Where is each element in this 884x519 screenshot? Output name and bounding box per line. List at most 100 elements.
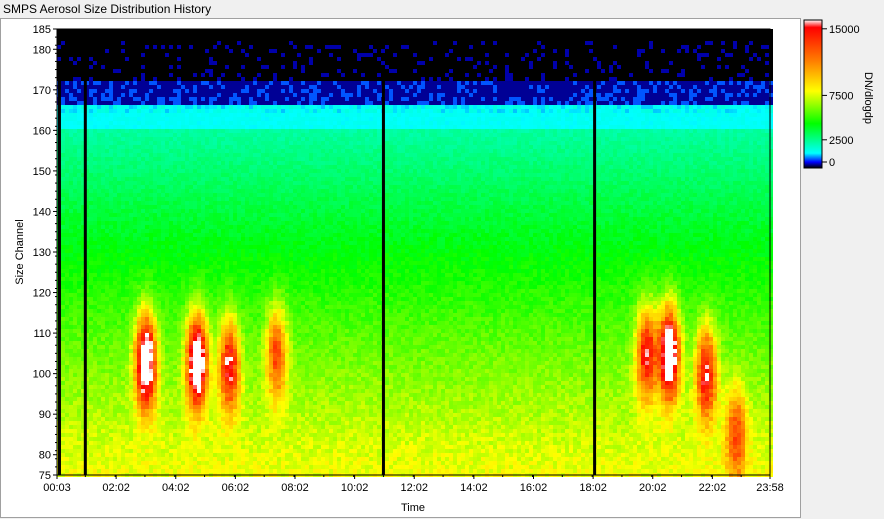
heatmap-cell bbox=[569, 49, 573, 53]
heatmap-cell bbox=[361, 101, 365, 105]
heatmap-cell bbox=[529, 45, 533, 49]
heatmap-cell bbox=[241, 109, 245, 113]
heatmap-cell bbox=[369, 121, 373, 125]
heatmap-cell bbox=[341, 65, 345, 69]
heatmap-cell bbox=[717, 77, 721, 81]
heatmap-cell bbox=[493, 49, 497, 53]
heatmap-cell bbox=[601, 133, 605, 137]
heatmap-cell bbox=[145, 41, 149, 45]
heatmap-cell bbox=[617, 45, 621, 49]
heatmap-cell bbox=[329, 29, 333, 33]
heatmap-cell bbox=[277, 33, 281, 37]
heatmap-cell bbox=[253, 137, 257, 141]
heatmap-cell bbox=[161, 57, 165, 61]
heatmap-cell bbox=[177, 61, 181, 65]
heatmap-cell bbox=[369, 85, 373, 89]
heatmap-cell bbox=[541, 109, 545, 113]
heatmap-cell bbox=[489, 53, 493, 57]
heatmap-cell bbox=[561, 85, 565, 89]
heatmap-cell bbox=[145, 137, 149, 141]
heatmap-cell bbox=[177, 57, 181, 61]
heatmap-cell bbox=[509, 37, 513, 41]
heatmap-cell bbox=[133, 117, 137, 121]
heatmap-cell bbox=[293, 93, 297, 97]
heatmap-cell bbox=[445, 69, 449, 73]
heatmap-cell bbox=[305, 137, 309, 141]
heatmap-cell bbox=[761, 73, 765, 77]
heatmap-cell bbox=[729, 33, 733, 37]
heatmap-cell bbox=[485, 97, 489, 101]
heatmap-cell bbox=[213, 117, 217, 121]
heatmap-cell bbox=[645, 105, 649, 109]
heatmap-cell bbox=[481, 117, 485, 121]
heatmap-cell bbox=[517, 89, 521, 93]
heatmap-cell bbox=[181, 73, 185, 77]
heatmap-cell bbox=[441, 85, 445, 89]
heatmap-cell bbox=[661, 69, 665, 73]
heatmap-cell bbox=[97, 117, 101, 121]
heatmap-cell bbox=[537, 85, 541, 89]
heatmap-cell bbox=[537, 33, 541, 37]
heatmap-cell bbox=[553, 49, 557, 53]
heatmap-cell bbox=[741, 85, 745, 89]
heatmap-cell bbox=[269, 81, 273, 85]
heatmap-cell bbox=[537, 89, 541, 93]
heatmap-cell bbox=[581, 85, 585, 89]
heatmap-cell bbox=[165, 41, 169, 45]
heatmap-cell bbox=[261, 133, 265, 137]
heatmap-cell bbox=[289, 41, 293, 45]
heatmap-cell bbox=[677, 73, 681, 77]
heatmap-cell bbox=[369, 117, 373, 121]
heatmap-cell bbox=[149, 81, 153, 85]
heatmap-cell bbox=[685, 73, 689, 77]
heatmap-cell bbox=[109, 109, 113, 113]
heatmap-cell bbox=[297, 97, 301, 101]
heatmap-cell bbox=[525, 49, 529, 53]
heatmap-cell bbox=[305, 65, 309, 69]
heatmap-cell bbox=[589, 125, 593, 129]
heatmap-cell bbox=[753, 129, 757, 133]
heatmap-cell bbox=[225, 49, 229, 53]
heatmap-cell bbox=[653, 41, 657, 45]
heatmap-cell bbox=[477, 129, 481, 133]
heatmap-cell bbox=[757, 33, 761, 37]
heatmap-cell bbox=[201, 105, 205, 109]
heatmap-cell bbox=[205, 41, 209, 45]
heatmap-cell bbox=[589, 129, 593, 133]
heatmap-cell bbox=[185, 133, 189, 137]
heatmap-cell bbox=[589, 29, 593, 33]
heatmap-cell bbox=[581, 65, 585, 69]
heatmap-cell bbox=[109, 125, 113, 129]
heatmap-cell bbox=[761, 77, 765, 81]
heatmap-cell bbox=[645, 65, 649, 69]
heatmap-cell bbox=[477, 37, 481, 41]
heatmap-cell bbox=[553, 81, 557, 85]
heatmap-cell bbox=[673, 93, 677, 97]
heatmap-cell bbox=[733, 53, 737, 57]
heatmap-cell bbox=[725, 61, 729, 65]
heatmap-cell bbox=[621, 93, 625, 97]
heatmap-cell bbox=[433, 85, 437, 89]
heatmap-cell bbox=[285, 49, 289, 53]
heatmap-cell bbox=[473, 125, 477, 129]
heatmap-cell bbox=[169, 133, 173, 137]
heatmap-cell bbox=[597, 73, 601, 77]
heatmap-cell bbox=[329, 69, 333, 73]
heatmap-cell bbox=[333, 41, 337, 45]
heatmap-cell bbox=[325, 125, 329, 129]
heatmap-cell bbox=[617, 133, 621, 137]
heatmap-cell bbox=[685, 81, 689, 85]
heatmap-cell bbox=[661, 101, 665, 105]
heatmap-cell bbox=[705, 37, 709, 41]
heatmap-cell bbox=[557, 137, 561, 141]
heatmap-cell bbox=[705, 33, 709, 37]
heatmap-cell bbox=[497, 73, 501, 77]
heatmap-cell bbox=[741, 125, 745, 129]
heatmap-cell bbox=[649, 77, 653, 81]
heatmap-cell bbox=[597, 109, 601, 113]
heatmap-cell bbox=[501, 69, 505, 73]
heatmap-cell bbox=[189, 53, 193, 57]
heatmap-cell bbox=[209, 137, 213, 141]
heatmap-cell bbox=[357, 49, 361, 53]
heatmap-cell bbox=[513, 101, 517, 105]
